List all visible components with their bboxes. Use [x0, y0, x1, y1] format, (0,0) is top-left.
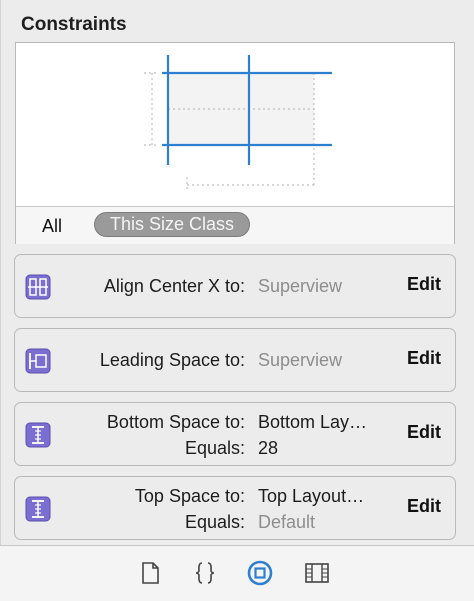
- scope-all-button[interactable]: All: [42, 216, 62, 237]
- identity-inspector-icon[interactable]: [246, 559, 274, 587]
- constraint-row-leading-space[interactable]: Leading Space to: Superview Edit: [14, 328, 456, 392]
- constraint-target: Bottom Lay…: [258, 412, 368, 432]
- constant-label: Equals:: [184, 438, 245, 458]
- scope-bar: All This Size Class: [16, 206, 454, 244]
- constraints-diagram: All This Size Class: [15, 42, 455, 244]
- size-inspector-icon[interactable]: [303, 559, 331, 587]
- edit-button[interactable]: Edit: [407, 274, 441, 295]
- edit-button[interactable]: Edit: [407, 496, 441, 517]
- constraint-label: Leading Space to:: [99, 350, 245, 370]
- constant-label: Equals:: [184, 512, 245, 532]
- edit-button[interactable]: Edit: [407, 422, 441, 443]
- scope-size-class-button[interactable]: This Size Class: [94, 212, 250, 237]
- constraint-target: Superview: [258, 276, 343, 296]
- constraint-row-top-space[interactable]: Top Space to: Top Layout… Equals: Defaul…: [14, 476, 456, 540]
- quick-help-icon[interactable]: [191, 559, 219, 587]
- file-inspector-icon[interactable]: [136, 559, 164, 587]
- edit-button[interactable]: Edit: [407, 348, 441, 369]
- section-title: Constraints: [21, 14, 127, 35]
- constraint-row-align-center-x[interactable]: Align Center X to: Superview Edit: [14, 254, 456, 318]
- constant-value: Default: [258, 512, 316, 532]
- constraint-label: Align Center X to:: [103, 276, 245, 296]
- constraint-label: Top Space to:: [134, 486, 245, 506]
- constraint-row-bottom-space[interactable]: Bottom Space to: Bottom Lay… Equals: 28 …: [14, 402, 456, 466]
- constraint-target: Superview: [258, 350, 343, 370]
- constraint-diagram-graphic: [144, 55, 332, 191]
- constraint-label: Bottom Space to:: [106, 412, 245, 432]
- constraints-panel: Constraints All This Size Class Align Ce…: [0, 0, 474, 545]
- inspector-tab-bar: [0, 545, 474, 601]
- constraint-target: Top Layout…: [258, 486, 365, 506]
- constant-value: 28: [258, 438, 279, 458]
